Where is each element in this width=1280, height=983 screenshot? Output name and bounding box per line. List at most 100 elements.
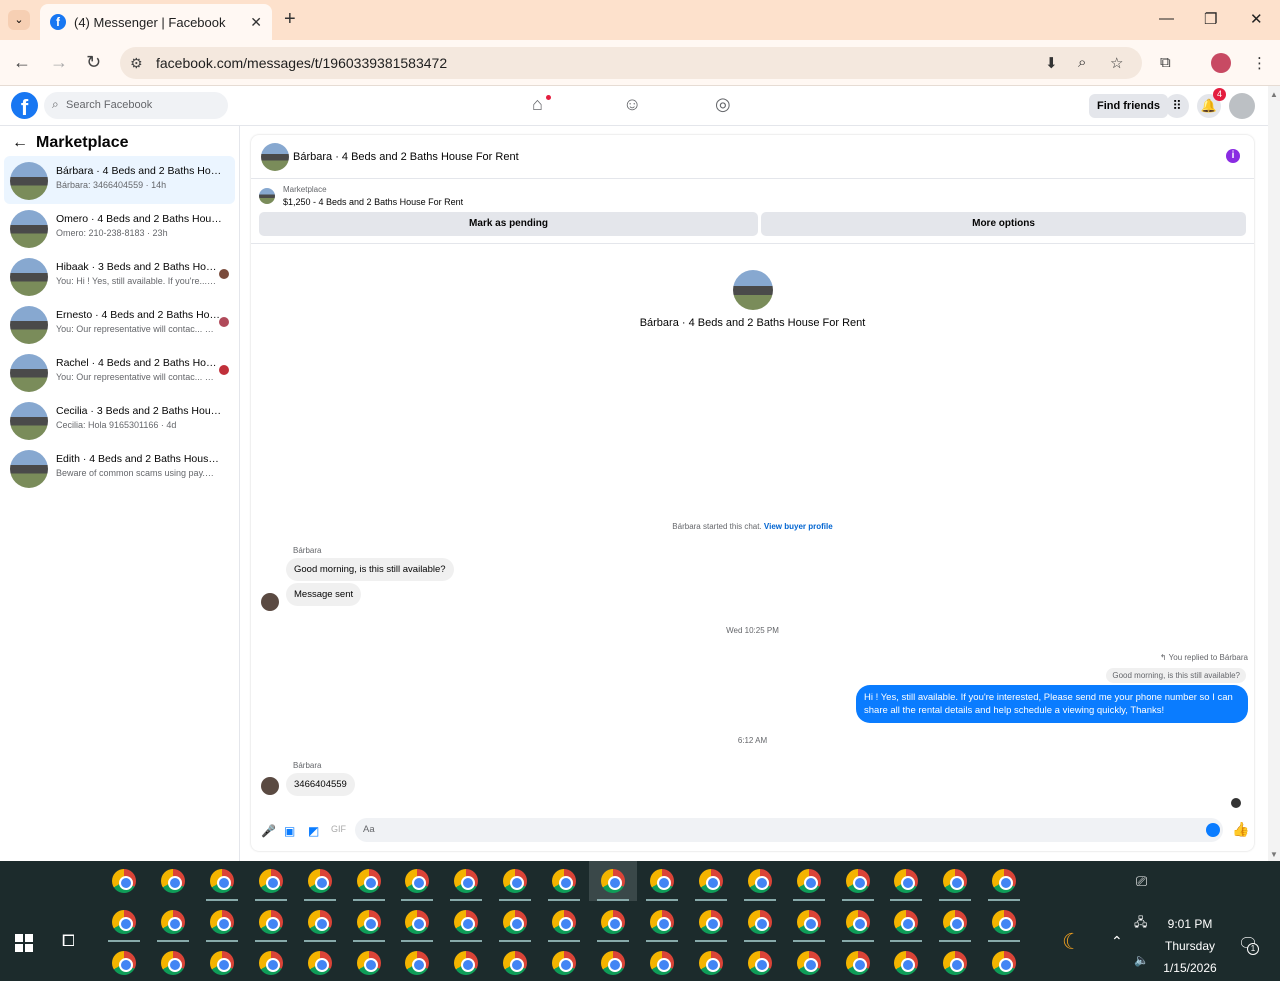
close-tab-icon[interactable]: ✕: [250, 14, 262, 31]
minimize-icon[interactable]: —: [1159, 10, 1174, 27]
back-icon[interactable]: ←: [13, 52, 31, 73]
site-info-icon[interactable]: ⚙: [130, 55, 143, 72]
gif-icon[interactable]: GIF: [331, 824, 346, 834]
windows-start-icon[interactable]: [15, 934, 33, 952]
taskbar-app-button[interactable]: [491, 902, 539, 942]
home-icon[interactable]: ⌂: [532, 94, 543, 115]
sender-avatar[interactable]: [261, 593, 279, 611]
bookmark-star-icon[interactable]: ☆: [1110, 54, 1123, 72]
taskbar-app-button[interactable]: [540, 861, 588, 901]
quoted-message[interactable]: Good morning, is this still available?: [1106, 668, 1246, 683]
zoom-icon[interactable]: ⌕: [1078, 54, 1086, 71]
taskbar-app-button[interactable]: [980, 902, 1028, 942]
taskbar-app-button[interactable]: [491, 861, 539, 901]
install-app-icon[interactable]: ⬇: [1045, 54, 1058, 72]
taskbar-app-button[interactable]: [834, 902, 882, 942]
taskbar-app-button[interactable]: [980, 861, 1028, 901]
thumbs-up-icon[interactable]: 👍: [1232, 821, 1249, 838]
taskbar-app-button[interactable]: [296, 902, 344, 942]
account-avatar[interactable]: [1229, 93, 1255, 119]
sticker-icon[interactable]: ◩: [308, 824, 319, 838]
taskbar-app-button[interactable]: [393, 861, 441, 901]
find-friends-button[interactable]: Find friends: [1089, 94, 1168, 118]
taskbar-app-button[interactable]: [296, 861, 344, 901]
taskbar-app-button[interactable]: [442, 861, 490, 901]
taskbar-clock[interactable]: 9:01 PM Thursday 1/15/2026: [1150, 913, 1230, 979]
incoming-message[interactable]: Good morning, is this still available?: [286, 558, 454, 581]
menu-icon[interactable]: ⋮: [1252, 54, 1267, 72]
taskbar-app-button[interactable]: [100, 861, 148, 901]
taskbar-app-button[interactable]: [149, 943, 197, 983]
taskbar-app-button[interactable]: [980, 943, 1028, 983]
close-window-icon[interactable]: ✕: [1250, 10, 1263, 28]
taskbar-app-button[interactable]: [882, 902, 930, 942]
taskbar-app-button[interactable]: [589, 902, 637, 942]
outgoing-message[interactable]: Hi ! Yes, still available. If you're int…: [856, 685, 1248, 723]
taskbar-app-button[interactable]: [882, 861, 930, 901]
chat-thumbnail[interactable]: [261, 143, 289, 171]
tab-search-button[interactable]: ⌄: [8, 10, 30, 30]
taskbar-app-button[interactable]: [687, 943, 735, 983]
view-buyer-profile-link[interactable]: View buyer profile: [764, 522, 833, 531]
taskbar-app-button[interactable]: [931, 861, 979, 901]
conversation-item[interactable]: Ernesto · 4 Beds and 2 Baths House For R…: [4, 300, 235, 348]
conversation-item[interactable]: Rachel · 4 Beds and 2 Baths House For Re…: [4, 348, 235, 396]
taskbar-app-button[interactable]: [442, 902, 490, 942]
more-options-button[interactable]: More options: [761, 212, 1246, 236]
forward-icon[interactable]: →: [50, 52, 68, 73]
extensions-icon[interactable]: ⧉: [1160, 54, 1171, 71]
incoming-message[interactable]: 3466404559: [286, 773, 355, 796]
task-view-icon[interactable]: ⧠: [62, 933, 75, 951]
taskbar-app-button[interactable]: [198, 943, 246, 983]
show-hidden-icons-icon[interactable]: ⌃: [1111, 933, 1123, 950]
taskbar-app-button[interactable]: [247, 902, 295, 942]
taskbar-app-button[interactable]: [589, 943, 637, 983]
taskbar-app-button[interactable]: [442, 943, 490, 983]
night-light-icon[interactable]: ☾: [1062, 929, 1082, 955]
taskbar-app-button[interactable]: [687, 861, 735, 901]
volume-icon[interactable]: 🔈: [1134, 953, 1149, 967]
taskbar-app-button[interactable]: [736, 861, 784, 901]
friends-icon[interactable]: ☺: [623, 94, 641, 115]
network-icon[interactable]: 🖧: [1134, 913, 1147, 934]
conversation-item[interactable]: Bárbara · 4 Beds and 2 Baths House For R…: [4, 156, 235, 204]
new-tab-button[interactable]: +: [284, 8, 296, 31]
restore-icon[interactable]: ❐: [1204, 10, 1217, 28]
photo-icon[interactable]: ▣: [284, 824, 295, 838]
microphone-icon[interactable]: 🎤: [261, 824, 276, 838]
conversation-item[interactable]: Cecilia · 3 Beds and 2 Baths House For R…: [4, 396, 235, 444]
taskbar-app-button[interactable]: [638, 861, 686, 901]
taskbar-app-button[interactable]: [393, 902, 441, 942]
taskbar-app-button[interactable]: [393, 943, 441, 983]
scroll-up-icon[interactable]: ▲: [1270, 90, 1278, 99]
taskbar-app-button[interactable]: [785, 861, 833, 901]
conversation-item[interactable]: Edith · 4 Beds and 2 Baths House For Ren…: [4, 444, 235, 492]
taskbar-app-button[interactable]: [149, 902, 197, 942]
taskbar-app-button[interactable]: [931, 943, 979, 983]
meet-now-icon[interactable]: ⎚: [1136, 873, 1147, 890]
taskbar-app-button[interactable]: [100, 943, 148, 983]
taskbar-app-button[interactable]: [785, 943, 833, 983]
page-scrollbar[interactable]: ▲ ▼: [1268, 86, 1280, 861]
facebook-search-input[interactable]: ⌕ Search Facebook: [44, 92, 228, 119]
groups-icon[interactable]: ◎: [715, 94, 731, 115]
sender-avatar[interactable]: [261, 777, 279, 795]
address-bar[interactable]: ⚙ facebook.com/messages/t/19603393815834…: [120, 47, 1142, 79]
taskbar-app-button[interactable]: [198, 902, 246, 942]
taskbar-app-button[interactable]: [247, 861, 295, 901]
browser-tab[interactable]: f (4) Messenger | Facebook ✕: [40, 4, 272, 40]
taskbar-app-button[interactable]: [785, 902, 833, 942]
taskbar-app-button[interactable]: [491, 943, 539, 983]
notification-center-icon[interactable]: 🗨1: [1238, 934, 1259, 955]
taskbar-app-button[interactable]: [149, 861, 197, 901]
taskbar-app-button[interactable]: [345, 902, 393, 942]
taskbar-app-button[interactable]: [345, 943, 393, 983]
taskbar-app-button[interactable]: [296, 943, 344, 983]
taskbar-app-button[interactable]: [540, 943, 588, 983]
browser-profile-avatar[interactable]: [1211, 53, 1231, 73]
taskbar-app-button[interactable]: [834, 943, 882, 983]
taskbar-app-button[interactable]: [638, 943, 686, 983]
taskbar-app-button[interactable]: [638, 902, 686, 942]
taskbar-app-button[interactable]: [882, 943, 930, 983]
taskbar-app-button[interactable]: [589, 861, 637, 901]
